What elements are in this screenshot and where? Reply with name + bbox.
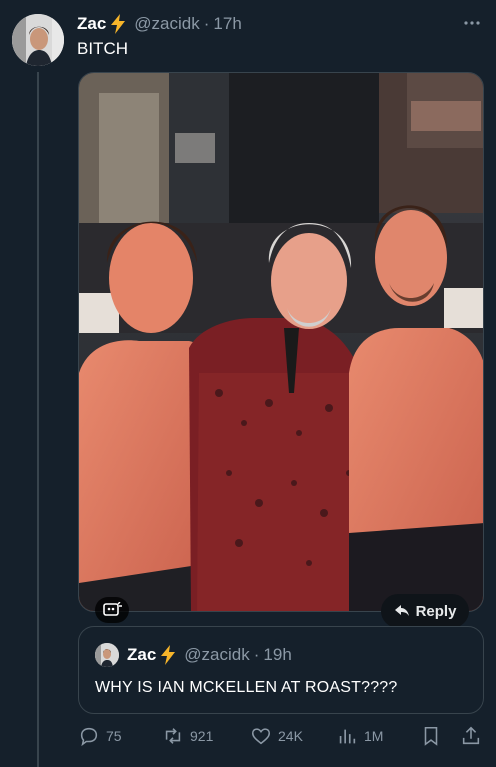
quote-author-name: Zac bbox=[127, 645, 157, 664]
dot-separator: · bbox=[203, 14, 210, 33]
tweet-header: Zac @zacidk · 17h bbox=[77, 13, 242, 35]
bookmark-icon bbox=[424, 726, 438, 746]
author-name[interactable]: Zac bbox=[77, 14, 106, 34]
heart-icon bbox=[251, 728, 271, 745]
reply-arrow-icon bbox=[394, 605, 409, 616]
tweet-photo[interactable] bbox=[78, 72, 484, 612]
views-action[interactable]: 1M bbox=[336, 724, 383, 748]
retweet-count: 921 bbox=[190, 728, 214, 744]
like-count: 24K bbox=[278, 728, 303, 744]
reply-action[interactable]: 75 bbox=[78, 724, 122, 748]
author-handle[interactable]: @zacidk bbox=[134, 14, 199, 34]
alt-text-icon[interactable] bbox=[95, 597, 129, 623]
share-icon bbox=[462, 726, 480, 745]
reply-count: 75 bbox=[106, 728, 122, 744]
quote-timestamp: 19h bbox=[263, 645, 292, 664]
bookmark-action[interactable] bbox=[420, 724, 442, 748]
tweet-timestamp[interactable]: 17h bbox=[213, 14, 241, 34]
lightning-bolt-icon bbox=[110, 14, 126, 34]
more-options-icon[interactable] bbox=[462, 14, 482, 32]
tweet-text: BITCH bbox=[77, 39, 128, 58]
views-count: 1M bbox=[364, 728, 384, 744]
dot-separator: · bbox=[253, 645, 260, 664]
quote-header: Zac @zacidk · 19h bbox=[95, 643, 292, 667]
avatar[interactable] bbox=[12, 14, 64, 66]
reply-button-label: Reply bbox=[415, 602, 457, 620]
share-action[interactable] bbox=[460, 724, 482, 748]
quote-text: WHY IS IAN MCKELLEN AT ROAST???? bbox=[95, 679, 398, 696]
thread-line bbox=[37, 72, 39, 767]
reply-icon bbox=[80, 727, 98, 747]
like-action[interactable]: 24K bbox=[250, 724, 303, 748]
analytics-icon bbox=[339, 729, 356, 744]
retweet-icon bbox=[165, 728, 181, 744]
quoted-tweet[interactable]: Zac @zacidk · 19h WHY IS IAN MCKELLEN AT… bbox=[78, 626, 484, 714]
action-bar: 75 921 24K 1M bbox=[76, 724, 486, 748]
quote-author-handle: @zacidk bbox=[184, 645, 250, 664]
tweet: Zac @zacidk · 17h BITCH Reply Zac @zacid… bbox=[0, 0, 496, 767]
quote-avatar bbox=[95, 643, 119, 667]
retweet-action[interactable]: 921 bbox=[162, 724, 213, 748]
reply-button[interactable]: Reply bbox=[381, 594, 469, 628]
lightning-bolt-icon bbox=[160, 645, 176, 665]
